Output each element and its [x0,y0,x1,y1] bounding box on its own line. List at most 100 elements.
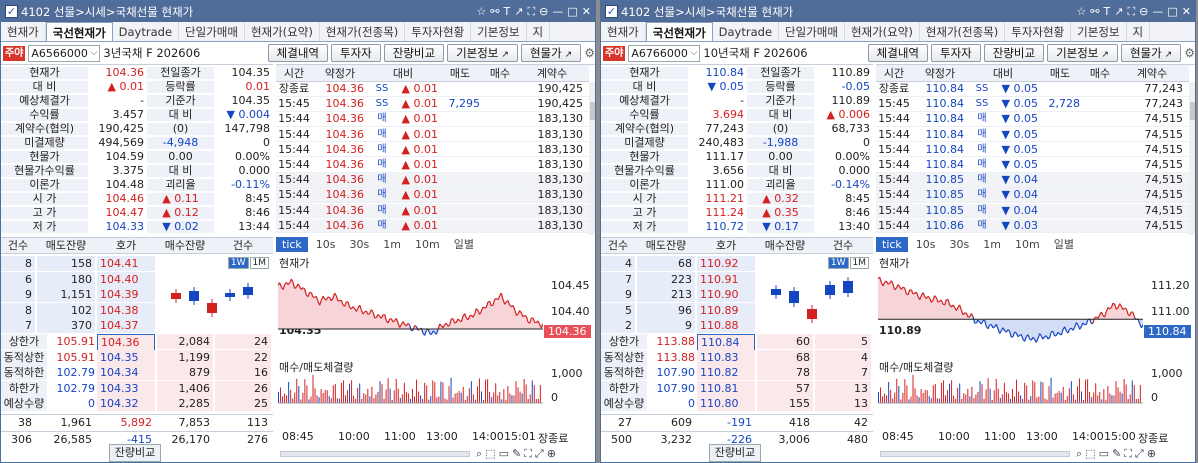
chart-scrollbar[interactable] [280,451,470,457]
tab-item[interactable]: 현재가(요약) [845,22,920,41]
maximize-icon[interactable]: □ [567,5,577,19]
chart-period-tab[interactable]: 10s [910,237,942,252]
tab-item[interactable]: 단일가매매 [779,22,845,41]
chart-period-tab[interactable]: 30s [344,237,376,252]
tab-item[interactable]: 투자자현황 [1005,22,1072,41]
session-badge[interactable]: 주야 [3,45,26,61]
code-input[interactable]: A6766000 ⌵ [628,44,701,62]
ask-row[interactable]: 9 213 110.90 [601,287,757,303]
chevron-down-icon[interactable]: ⌵ [91,46,98,61]
tab-item[interactable]: Daytrade [713,22,780,41]
arrange-icon[interactable]: ↗ [514,5,523,19]
bid-row[interactable]: 상한가 105.91 104.36 2,084 24 [1,334,273,351]
tick-row[interactable]: 15:44 110.85 매 ▼ 0.04 74,515 [876,203,1189,219]
week-tab[interactable]: 1M [249,257,269,269]
tick-row[interactable]: 15:44 110.86 매 ▼ 0.03 74,515 [876,218,1189,234]
ask-row[interactable]: 7 223 110.91 [601,271,757,287]
tab-item[interactable]: 단일가매매 [179,22,245,41]
tab-item[interactable]: 현재가 [601,22,646,41]
tick-row[interactable]: 15:44 104.36 매 ▲ 0.01 183,130 [276,203,589,219]
tick-row[interactable]: 장종료 110.84 SS ▼ 0.05 77,243 [876,82,1189,97]
tick-row[interactable]: 15:44 110.84 매 ▼ 0.05 74,515 [876,112,1189,127]
tab-item[interactable]: 지 [1127,22,1151,41]
tick-row[interactable]: 15:44 104.36 매 ▲ 0.01 183,130 [276,112,589,127]
minimize-icon[interactable]: — [552,5,563,19]
chart-period-tab[interactable]: 10s [310,237,342,252]
tick-row[interactable]: 15:45 104.36 SS ▲ 0.01 7,295 190,425 [276,97,589,112]
tab-item[interactable]: 지 [527,22,551,41]
bid-row[interactable]: 상한가 113.88 110.84 60 5 [601,334,873,351]
tab-item[interactable]: 현재가 [1,22,46,41]
tab-item[interactable]: 투자자현황 [405,22,472,41]
balance-compare-button[interactable]: 잔량비교 [983,44,1045,62]
text-icon[interactable]: T [1104,5,1111,19]
crosshair-icon[interactable]: ⊕ [1147,447,1156,461]
ask-row[interactable]: 5 96 110.89 [601,302,757,318]
link-icon[interactable]: ⚯ [1090,5,1099,19]
bid-row[interactable]: 동적상한 113.88 110.83 68 4 [601,349,873,365]
tick-row[interactable]: 장종료 104.36 SS ▲ 0.01 190,425 [276,82,589,97]
week-tab[interactable]: 1M [849,257,869,269]
tab-item[interactable]: 현재가(요약) [245,22,320,41]
tick-row[interactable]: 15:44 110.85 매 ▼ 0.04 74,515 [876,173,1189,188]
pen-icon[interactable]: ✎ [512,447,521,461]
window-check-icon[interactable]: ✓ [605,5,618,18]
scroll-thumb[interactable] [590,102,595,120]
ask-row[interactable]: 9 1,151 104.39 [1,287,157,303]
bid-row[interactable]: 예상수량 0 110.80 155 13 [601,396,873,412]
crosshair-icon[interactable]: ⊕ [547,447,556,461]
tick-row[interactable]: 15:45 110.84 SS ▼ 0.05 2,728 77,243 [876,97,1189,112]
ask-row[interactable]: 8 158 104.41 [1,256,157,271]
chart-period-tab[interactable]: 30s [944,237,976,252]
zoom-icon[interactable]: ⊖ [1139,5,1148,19]
tick-row[interactable]: 15:44 104.36 매 ▲ 0.01 183,130 [276,143,589,158]
chart-period-tab[interactable]: tick [876,237,908,252]
close-icon[interactable]: ✕ [1182,5,1191,19]
bid-row[interactable]: 하한가 107.90 110.81 57 13 [601,380,873,396]
tab-item[interactable]: Daytrade [113,22,180,41]
chevron-down-icon[interactable]: ⌵ [691,46,698,61]
window-check-icon[interactable]: ✓ [5,5,18,18]
tick-row[interactable]: 15:44 110.84 매 ▼ 0.05 74,515 [876,143,1189,158]
star-icon[interactable]: ☆ [476,5,486,19]
basic-info-button[interactable]: 기본정보 ↗ [447,44,518,62]
investor-button[interactable]: 투자자 [930,44,981,62]
tick-row[interactable]: 15:44 104.36 매 ▲ 0.01 183,130 [276,173,589,188]
week-tab[interactable]: 1W [827,257,849,269]
bid-row[interactable]: 동적상한 105.91 104.35 1,199 22 [1,349,273,365]
chat-icon[interactable]: ▭ [1099,447,1109,461]
minimize-icon[interactable]: — [1152,5,1163,19]
bid-row[interactable]: 하한가 102.79 104.33 1,406 26 [1,380,273,396]
arrange-icon[interactable]: ↗ [1114,5,1123,19]
tick-row[interactable]: 15:44 104.36 매 ▲ 0.01 183,130 [276,158,589,173]
tick-row[interactable]: 15:44 104.36 매 ▲ 0.01 183,130 [276,188,589,203]
tick-scrollbar[interactable] [589,82,595,235]
compare-button[interactable]: 잔량비교 [109,444,161,462]
tick-row[interactable]: 15:44 104.36 매 ▲ 0.01 183,130 [276,128,589,143]
settings-icon[interactable]: ⚙ [1184,46,1195,60]
week-tab[interactable]: 1W [227,257,249,269]
chart-period-tab[interactable]: tick [276,237,308,252]
expand-icon[interactable]: ⛶ [527,5,535,19]
link-icon[interactable]: ⚯ [490,5,499,19]
compare-button[interactable]: 잔량비교 [709,444,761,462]
fit-icon[interactable]: ⛶ [524,447,532,461]
basic-info-button[interactable]: 기본정보 ↗ [1047,44,1118,62]
balance-compare-button[interactable]: 잔량비교 [383,44,445,62]
chat-icon[interactable]: ▭ [499,447,509,461]
code-input[interactable]: A6566000 ⌵ [28,44,101,62]
chart-period-tab[interactable]: 10m [1009,237,1046,252]
tick-scrollbar[interactable] [1189,82,1195,235]
zoom-icon[interactable]: ⊖ [539,5,548,19]
tab-item[interactable]: 기본정보 [471,22,527,41]
search-icon[interactable]: ⌕ [1076,447,1082,461]
chart-period-tab[interactable]: 일별 [448,237,480,252]
tick-row[interactable]: 15:44 110.84 매 ▼ 0.05 74,515 [876,128,1189,143]
tick-row[interactable]: 15:44 110.84 매 ▼ 0.05 74,515 [876,158,1189,173]
chart-period-tab[interactable]: 1m [977,237,1007,252]
tab-item[interactable]: 현재가(전종목) [320,22,406,41]
ask-row[interactable]: 2 9 110.88 [601,318,757,334]
bid-row[interactable]: 동적하한 102.79 104.34 879 16 [1,365,273,381]
cursor-icon[interactable]: ⬚ [485,447,495,461]
spot-price-button[interactable]: 현물가 ↗ [1120,44,1182,62]
